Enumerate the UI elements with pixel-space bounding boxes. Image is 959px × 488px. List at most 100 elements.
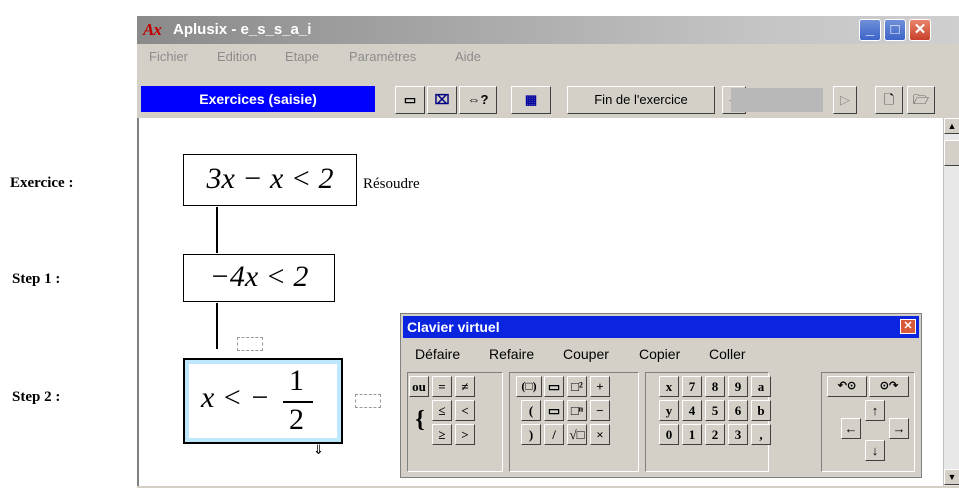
scroll-down-button[interactable]: ▼ xyxy=(944,469,959,485)
menu-aide[interactable]: Aide xyxy=(455,49,481,64)
key-fraction-alt[interactable]: ▭ xyxy=(544,400,564,421)
next-icon: ▷ xyxy=(840,92,850,107)
arrow-up-key[interactable]: ↑ xyxy=(865,400,885,421)
key-b[interactable]: b xyxy=(751,400,771,421)
key-brace[interactable]: { xyxy=(411,400,429,444)
key-a[interactable]: a xyxy=(751,376,771,397)
virtual-keyboard-titlebar[interactable]: Clavier virtuel ✕ xyxy=(403,316,919,338)
connector-line xyxy=(216,303,218,349)
connector-line xyxy=(216,207,218,253)
app-icon: Ax xyxy=(143,20,162,39)
key-5[interactable]: 5 xyxy=(705,400,725,421)
equivalence-check-button[interactable]: ⇔? xyxy=(459,86,497,114)
next-button[interactable]: ▷ xyxy=(833,86,857,114)
scroll-up-button[interactable]: ▲ xyxy=(944,118,959,134)
open-folder-icon: 🗁 xyxy=(912,92,930,107)
key-less-equal[interactable]: ≤ xyxy=(432,400,452,421)
mode-label: Exercices (saisie) xyxy=(141,86,375,112)
menu-cut[interactable]: Couper xyxy=(563,346,609,362)
key-fraction[interactable]: ▭ xyxy=(544,376,564,397)
key-4[interactable]: 4 xyxy=(682,400,702,421)
key-minus[interactable]: − xyxy=(590,400,610,421)
key-2[interactable]: 2 xyxy=(705,424,725,445)
key-ou[interactable]: ou xyxy=(409,376,429,397)
key-comma[interactable]: , xyxy=(751,424,771,445)
menu-undo[interactable]: Défaire xyxy=(415,346,460,362)
key-close-paren[interactable]: ) xyxy=(521,424,541,445)
arrow-left-key[interactable]: ← xyxy=(841,418,861,439)
key-3[interactable]: 3 xyxy=(728,424,748,445)
arrow-down-key[interactable]: ↓ xyxy=(865,440,885,461)
key-1[interactable]: 1 xyxy=(682,424,702,445)
key-sqrt[interactable]: √□ xyxy=(567,424,587,445)
menu-redo[interactable]: Refaire xyxy=(489,346,534,362)
key-x[interactable]: x xyxy=(659,376,679,397)
cursor-down-icon: ⇓ xyxy=(313,442,324,457)
title-bar[interactable]: Ax Aplusix - e_s_s_a_i _ □ ✕ xyxy=(137,16,959,44)
step2-lhs: x < − xyxy=(201,381,270,414)
menu-copy[interactable]: Copier xyxy=(639,346,680,362)
menu-edition[interactable]: Edition xyxy=(217,49,257,64)
virtual-keyboard-window: Clavier virtuel ✕ Défaire Refaire Couper… xyxy=(400,313,922,478)
menu-etape[interactable]: Etape xyxy=(285,49,319,64)
key-parentheses[interactable]: (□) xyxy=(516,376,542,397)
key-redo-cursor[interactable]: ⊙↷ xyxy=(869,376,909,397)
close-button[interactable]: ✕ xyxy=(909,19,931,41)
key-7[interactable]: 7 xyxy=(682,376,702,397)
key-square[interactable]: □² xyxy=(567,376,587,397)
scroll-thumb[interactable] xyxy=(944,140,959,166)
toolbar: Exercices (saisie) ▭ ⌧ ⇔? ▦ Fin de l'exe… xyxy=(137,68,959,118)
vertical-scrollbar[interactable]: ▲ ▼ xyxy=(943,118,959,486)
end-exercise-button[interactable]: Fin de l'exercice xyxy=(567,86,715,114)
key-8[interactable]: 8 xyxy=(705,376,725,397)
menu-bar: Fichier Edition Etape Paramètres Aide xyxy=(137,44,959,68)
menu-paste[interactable]: Coller xyxy=(709,346,746,362)
menu-fichier[interactable]: Fichier xyxy=(149,49,188,64)
key-9[interactable]: 9 xyxy=(728,376,748,397)
maximize-button[interactable]: □ xyxy=(884,19,906,41)
rectangle-icon: ▭ xyxy=(403,92,417,107)
window-title: Aplusix - e_s_s_a_i xyxy=(173,21,312,38)
exercise-expression-box: 3x − x < 2 xyxy=(183,154,357,206)
key-slash[interactable]: / xyxy=(544,424,564,445)
close-icon: ✕ xyxy=(903,320,913,332)
arrow-right-key[interactable]: → xyxy=(889,418,909,439)
keyboard-icon: ▦ xyxy=(524,92,538,107)
key-plus[interactable]: + xyxy=(590,376,610,397)
new-file-icon: 🗋 xyxy=(883,92,895,107)
equivalence-icon: ⇔? xyxy=(467,92,489,107)
scroll-down-icon: ▼ xyxy=(947,472,957,482)
close-icon: ✕ xyxy=(913,21,927,38)
step1-label: Step 1 : xyxy=(12,271,61,287)
key-greater[interactable]: > xyxy=(455,424,475,445)
menu-parametres[interactable]: Paramètres xyxy=(349,49,416,64)
exercise-navigation-slot xyxy=(731,88,823,112)
key-times[interactable]: × xyxy=(590,424,610,445)
keyboard-button[interactable]: ▦ xyxy=(511,86,551,114)
virtual-keyboard-title: Clavier virtuel xyxy=(407,319,500,335)
rect-button[interactable]: ▭ xyxy=(395,86,425,114)
open-file-button[interactable]: 🗁 xyxy=(907,86,935,114)
minimize-button[interactable]: _ xyxy=(859,19,881,41)
key-open-paren[interactable]: ( xyxy=(521,400,541,421)
instruction-text: Résoudre xyxy=(363,176,420,192)
step2-label: Step 2 : xyxy=(12,389,61,405)
new-file-button[interactable]: 🗋 xyxy=(875,86,903,114)
exercise-expression: 3x − x < 2 xyxy=(206,162,334,195)
key-equals[interactable]: = xyxy=(432,376,452,397)
cancel-step-button[interactable]: ⌧ xyxy=(427,86,457,114)
key-6[interactable]: 6 xyxy=(728,400,748,421)
hint-placeholder xyxy=(237,337,263,351)
hint-placeholder xyxy=(355,394,381,408)
key-undo-cursor[interactable]: ↶⊙ xyxy=(827,376,867,397)
key-y[interactable]: y xyxy=(659,400,679,421)
key-0[interactable]: 0 xyxy=(659,424,679,445)
key-less[interactable]: < xyxy=(455,400,475,421)
keyboard-close-button[interactable]: ✕ xyxy=(900,319,916,334)
key-greater-equal[interactable]: ≥ xyxy=(432,424,452,445)
step2-expression-box[interactable]: x < − 1 2 xyxy=(183,358,343,444)
key-not-equal[interactable]: ≠ xyxy=(455,376,475,397)
scroll-up-icon: ▲ xyxy=(947,121,957,131)
step1-expression-box[interactable]: −4x < 2 xyxy=(183,254,335,302)
key-power[interactable]: □ⁿ xyxy=(567,400,587,421)
